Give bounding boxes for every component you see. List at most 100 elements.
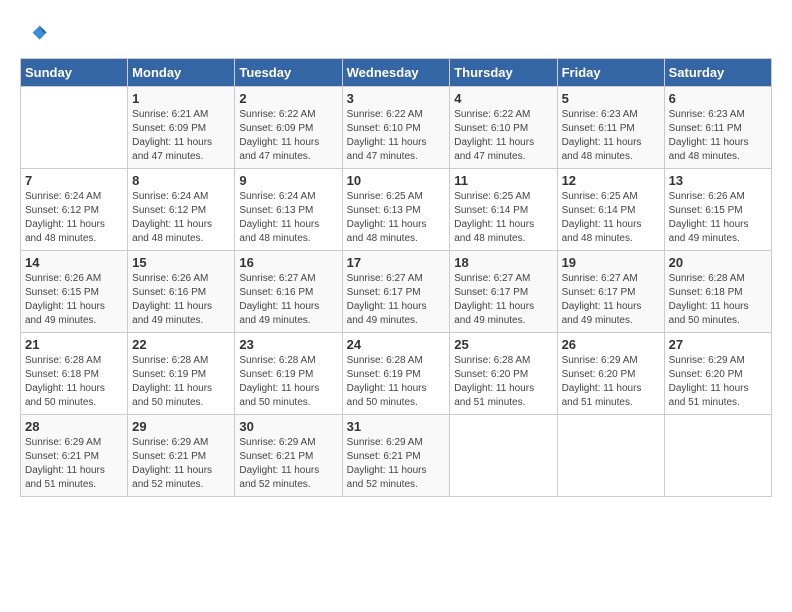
day-info: Sunrise: 6:28 AM Sunset: 6:19 PM Dayligh…	[132, 354, 230, 410]
day-info: Sunrise: 6:28 AM Sunset: 6:18 PM Dayligh…	[25, 354, 123, 410]
day-number: 2	[239, 91, 337, 106]
header-cell-friday: Friday	[557, 59, 664, 87]
page-header	[20, 20, 772, 48]
day-cell: 3 Sunrise: 6:22 AM Sunset: 6:10 PM Daylig…	[342, 87, 450, 169]
header-cell-wednesday: Wednesday	[342, 59, 450, 87]
day-info: Sunrise: 6:26 AM Sunset: 6:15 PM Dayligh…	[25, 272, 123, 328]
day-number: 26	[562, 337, 660, 352]
header-cell-saturday: Saturday	[664, 59, 771, 87]
day-cell: 17 Sunrise: 6:27 AM Sunset: 6:17 PM Dayli…	[342, 251, 450, 333]
day-info: Sunrise: 6:23 AM Sunset: 6:11 PM Dayligh…	[669, 108, 767, 164]
day-number: 20	[669, 255, 767, 270]
day-number: 31	[347, 419, 446, 434]
header-row: SundayMondayTuesdayWednesdayThursdayFrid…	[21, 59, 772, 87]
day-cell: 22 Sunrise: 6:28 AM Sunset: 6:19 PM Dayli…	[128, 333, 235, 415]
calendar-body: 1 Sunrise: 6:21 AM Sunset: 6:09 PM Daylig…	[21, 87, 772, 497]
day-cell: 11 Sunrise: 6:25 AM Sunset: 6:14 PM Dayli…	[450, 169, 557, 251]
day-info: Sunrise: 6:26 AM Sunset: 6:15 PM Dayligh…	[669, 190, 767, 246]
logo	[20, 20, 52, 48]
day-number: 15	[132, 255, 230, 270]
day-info: Sunrise: 6:22 AM Sunset: 6:10 PM Dayligh…	[347, 108, 446, 164]
header-cell-monday: Monday	[128, 59, 235, 87]
calendar-header: SundayMondayTuesdayWednesdayThursdayFrid…	[21, 59, 772, 87]
day-cell: 10 Sunrise: 6:25 AM Sunset: 6:13 PM Dayli…	[342, 169, 450, 251]
day-cell: 8 Sunrise: 6:24 AM Sunset: 6:12 PM Daylig…	[128, 169, 235, 251]
day-number: 19	[562, 255, 660, 270]
day-info: Sunrise: 6:25 AM Sunset: 6:13 PM Dayligh…	[347, 190, 446, 246]
day-info: Sunrise: 6:28 AM Sunset: 6:20 PM Dayligh…	[454, 354, 552, 410]
header-cell-tuesday: Tuesday	[235, 59, 342, 87]
week-row-1: 1 Sunrise: 6:21 AM Sunset: 6:09 PM Daylig…	[21, 87, 772, 169]
day-cell: 13Sunrise: 6:26 AM Sunset: 6:15 PM Dayli…	[664, 169, 771, 251]
day-info: Sunrise: 6:24 AM Sunset: 6:12 PM Dayligh…	[132, 190, 230, 246]
day-cell: 29 Sunrise: 6:29 AM Sunset: 6:21 PM Dayli…	[128, 415, 235, 497]
day-number: 25	[454, 337, 552, 352]
day-info: Sunrise: 6:22 AM Sunset: 6:10 PM Dayligh…	[454, 108, 552, 164]
day-cell	[450, 415, 557, 497]
day-info: Sunrise: 6:25 AM Sunset: 6:14 PM Dayligh…	[454, 190, 552, 246]
day-info: Sunrise: 6:27 AM Sunset: 6:17 PM Dayligh…	[454, 272, 552, 328]
day-info: Sunrise: 6:29 AM Sunset: 6:21 PM Dayligh…	[239, 436, 337, 492]
week-row-5: 28Sunrise: 6:29 AM Sunset: 6:21 PM Dayli…	[21, 415, 772, 497]
logo-icon	[20, 20, 48, 48]
day-cell: 12 Sunrise: 6:25 AM Sunset: 6:14 PM Dayli…	[557, 169, 664, 251]
day-info: Sunrise: 6:26 AM Sunset: 6:16 PM Dayligh…	[132, 272, 230, 328]
day-cell: 31 Sunrise: 6:29 AM Sunset: 6:21 PM Dayli…	[342, 415, 450, 497]
day-cell: 21 Sunrise: 6:28 AM Sunset: 6:18 PM Dayli…	[21, 333, 128, 415]
day-number: 4	[454, 91, 552, 106]
day-info: Sunrise: 6:23 AM Sunset: 6:11 PM Dayligh…	[562, 108, 660, 164]
day-info: Sunrise: 6:29 AM Sunset: 6:21 PM Dayligh…	[132, 436, 230, 492]
week-row-4: 21 Sunrise: 6:28 AM Sunset: 6:18 PM Dayli…	[21, 333, 772, 415]
day-number: 10	[347, 173, 446, 188]
day-cell	[21, 87, 128, 169]
day-number: 18	[454, 255, 552, 270]
day-number: 7	[25, 173, 123, 188]
day-cell	[557, 415, 664, 497]
day-number: 3	[347, 91, 446, 106]
day-info: Sunrise: 6:24 AM Sunset: 6:13 PM Dayligh…	[239, 190, 337, 246]
day-number: 6	[669, 91, 767, 106]
day-info: Sunrise: 6:29 AM Sunset: 6:21 PM Dayligh…	[347, 436, 446, 492]
day-info: Sunrise: 6:22 AM Sunset: 6:09 PM Dayligh…	[239, 108, 337, 164]
day-cell: 4 Sunrise: 6:22 AM Sunset: 6:10 PM Daylig…	[450, 87, 557, 169]
day-number: 11	[454, 173, 552, 188]
day-number: 8	[132, 173, 230, 188]
day-number: 5	[562, 91, 660, 106]
week-row-3: 14Sunrise: 6:26 AM Sunset: 6:15 PM Dayli…	[21, 251, 772, 333]
day-number: 1	[132, 91, 230, 106]
day-cell: 5 Sunrise: 6:23 AM Sunset: 6:11 PM Daylig…	[557, 87, 664, 169]
day-info: Sunrise: 6:27 AM Sunset: 6:17 PM Dayligh…	[347, 272, 446, 328]
calendar-table: SundayMondayTuesdayWednesdayThursdayFrid…	[20, 58, 772, 497]
week-row-2: 7 Sunrise: 6:24 AM Sunset: 6:12 PM Daylig…	[21, 169, 772, 251]
day-cell: 26 Sunrise: 6:29 AM Sunset: 6:20 PM Dayli…	[557, 333, 664, 415]
day-number: 29	[132, 419, 230, 434]
day-cell: 27 Sunrise: 6:29 AM Sunset: 6:20 PM Dayli…	[664, 333, 771, 415]
day-number: 9	[239, 173, 337, 188]
day-cell: 9 Sunrise: 6:24 AM Sunset: 6:13 PM Daylig…	[235, 169, 342, 251]
day-cell: 1 Sunrise: 6:21 AM Sunset: 6:09 PM Daylig…	[128, 87, 235, 169]
day-number: 21	[25, 337, 123, 352]
day-number: 17	[347, 255, 446, 270]
day-cell: 7Sunrise: 6:24 AM Sunset: 6:12 PM Daylig…	[21, 169, 128, 251]
header-cell-thursday: Thursday	[450, 59, 557, 87]
day-info: Sunrise: 6:29 AM Sunset: 6:20 PM Dayligh…	[562, 354, 660, 410]
day-number: 22	[132, 337, 230, 352]
day-cell: 25 Sunrise: 6:28 AM Sunset: 6:20 PM Dayli…	[450, 333, 557, 415]
day-info: Sunrise: 6:25 AM Sunset: 6:14 PM Dayligh…	[562, 190, 660, 246]
day-info: Sunrise: 6:27 AM Sunset: 6:16 PM Dayligh…	[239, 272, 337, 328]
day-info: Sunrise: 6:21 AM Sunset: 6:09 PM Dayligh…	[132, 108, 230, 164]
day-cell: 6 Sunrise: 6:23 AM Sunset: 6:11 PM Daylig…	[664, 87, 771, 169]
day-cell: 23 Sunrise: 6:28 AM Sunset: 6:19 PM Dayli…	[235, 333, 342, 415]
day-number: 30	[239, 419, 337, 434]
day-info: Sunrise: 6:29 AM Sunset: 6:20 PM Dayligh…	[669, 354, 767, 410]
day-cell: 16Sunrise: 6:27 AM Sunset: 6:16 PM Dayli…	[235, 251, 342, 333]
day-cell: 24Sunrise: 6:28 AM Sunset: 6:19 PM Dayli…	[342, 333, 450, 415]
header-cell-sunday: Sunday	[21, 59, 128, 87]
day-info: Sunrise: 6:28 AM Sunset: 6:19 PM Dayligh…	[239, 354, 337, 410]
day-number: 27	[669, 337, 767, 352]
day-number: 23	[239, 337, 337, 352]
day-cell: 14Sunrise: 6:26 AM Sunset: 6:15 PM Dayli…	[21, 251, 128, 333]
day-info: Sunrise: 6:28 AM Sunset: 6:18 PM Dayligh…	[669, 272, 767, 328]
day-number: 12	[562, 173, 660, 188]
day-info: Sunrise: 6:28 AM Sunset: 6:19 PM Dayligh…	[347, 354, 446, 410]
